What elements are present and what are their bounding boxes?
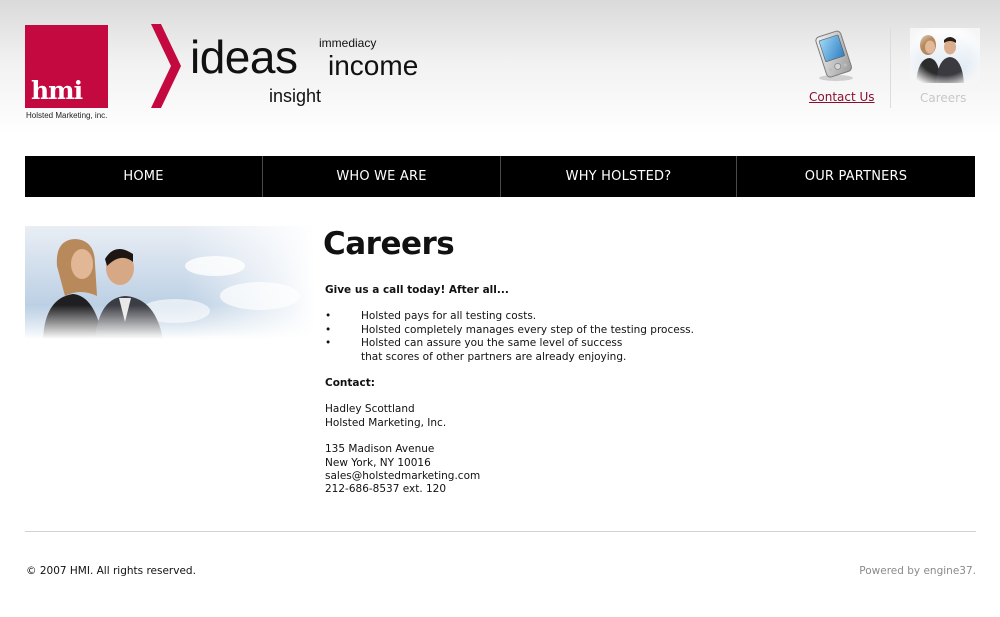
contact-name: Hadley Scottland <box>325 403 415 416</box>
hmi-logo[interactable]: hmi <box>25 25 108 108</box>
powered-by-link[interactable]: Powered by engine37. <box>859 565 976 577</box>
list-item-text: Holsted completely manages every step of… <box>361 323 694 336</box>
contact-phone: 212-686-8537 ext. 120 <box>325 483 447 496</box>
tagline-income: income <box>328 50 419 81</box>
phone-icon[interactable] <box>812 30 858 82</box>
list-item: • Holsted can assure you the same level … <box>325 337 825 364</box>
copyright-text: © 2007 HMI. All rights reserved. <box>26 565 196 577</box>
chevron-icon <box>151 24 181 108</box>
contact-street: 135 Madison Avenue <box>325 443 435 456</box>
intro-text: Give us a call today! After all... <box>325 284 509 296</box>
list-item-text: Holsted pays for all testing costs. <box>361 310 537 323</box>
nav-who-we-are[interactable]: WHO WE ARE <box>263 156 501 197</box>
list-item: • Holsted completely manages every step … <box>325 324 825 337</box>
contact-company: Holsted Marketing, Inc. <box>325 416 447 429</box>
contact-city: New York, NY 10016 <box>325 456 431 469</box>
tagline-ideas: ideas <box>190 31 298 83</box>
contact-us-link[interactable]: Contact Us <box>809 90 875 104</box>
benefits-list: • Holsted pays for all testing costs. • … <box>325 310 825 364</box>
tagline-immediacy: immediacy <box>319 36 377 50</box>
logo-text: hmi <box>31 76 83 105</box>
careers-content: Give us a call today! After all... • Hol… <box>325 284 825 497</box>
hero-photo <box>25 226 315 339</box>
page-title: Careers <box>323 226 455 262</box>
tagline-insight: insight <box>269 86 322 106</box>
list-item-text-continued: that scores of other partners are alread… <box>361 350 627 363</box>
main-nav: HOME WHO WE ARE WHY HOLSTED? OUR PARTNER… <box>25 156 975 197</box>
careers-link[interactable]: Careers <box>920 91 966 105</box>
footer-divider <box>25 531 976 532</box>
bullet-icon: • <box>325 337 332 350</box>
nav-home[interactable]: HOME <box>25 156 263 197</box>
nav-our-partners[interactable]: OUR PARTNERS <box>737 156 975 197</box>
careers-photo-icon[interactable] <box>910 28 980 83</box>
contact-heading: Contact: <box>325 377 375 390</box>
bullet-icon: • <box>325 323 332 336</box>
bullet-icon: • <box>325 310 332 323</box>
logo-caption: Holsted Marketing, inc. <box>26 111 108 120</box>
nav-why-holsted[interactable]: WHY HOLSTED? <box>501 156 737 197</box>
list-item-text: Holsted can assure you the same level of… <box>361 337 623 350</box>
contact-email: sales@holstedmarketing.com <box>325 470 481 483</box>
header-divider <box>890 28 891 108</box>
list-item: • Holsted pays for all testing costs. <box>325 310 825 323</box>
site-header: hmi Holsted Marketing, inc. ideas immedi… <box>0 0 1000 135</box>
